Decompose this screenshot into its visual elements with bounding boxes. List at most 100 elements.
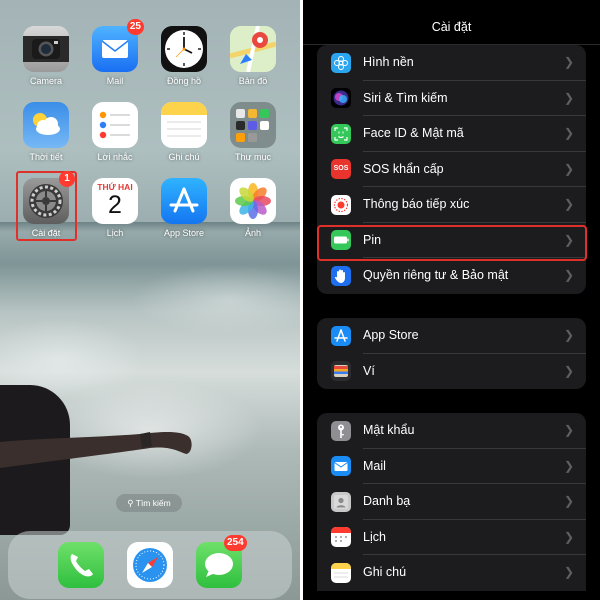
- reminders-icon: [92, 102, 138, 148]
- settings-row-notes[interactable]: Ghi chú ❯: [317, 555, 586, 591]
- clock-icon: [161, 26, 207, 72]
- chevron-right-icon: ❯: [563, 328, 574, 342]
- face-id-icon: [331, 123, 351, 144]
- chevron-right-icon: ❯: [563, 458, 574, 473]
- calendar-day-number: 2: [108, 191, 122, 219]
- search-label: Tìm kiếm: [135, 498, 171, 508]
- app-label: Thư mục: [234, 152, 272, 162]
- row-label: SOS khẩn cấp: [363, 161, 444, 176]
- wallet-icon: [331, 361, 351, 381]
- chevron-right-icon: ❯: [563, 90, 574, 105]
- sos-icon-text: SOS: [333, 165, 349, 172]
- row-label: Danh bạ: [363, 494, 411, 508]
- row-label: Hình nền: [363, 55, 414, 69]
- settings-row-face-id[interactable]: Face ID & Mật mã ❯: [317, 116, 586, 152]
- page-title: Cài đặt: [431, 20, 472, 34]
- messages-badge: 254: [224, 535, 247, 551]
- home-screen: Camera 25 Mail Đồng hồ Bản đồ Thời tiết …: [0, 0, 300, 600]
- settings-group-2: App Store ❯ Ví ❯: [317, 318, 586, 389]
- settings-row-exposure[interactable]: Thông báo tiếp xúc ❯: [317, 187, 586, 223]
- app-label: Đồng hồ: [166, 76, 202, 86]
- spotlight-search-pill[interactable]: ⚲ Tìm kiếm: [116, 494, 182, 512]
- arm-silhouette: [0, 432, 192, 468]
- settings-row-mail[interactable]: Mail ❯: [317, 449, 586, 484]
- settings-screen: Cài đặt Hình nền ❯ Siri & Tìm kiếm ❯ Fac…: [303, 0, 600, 600]
- settings-row-passwords[interactable]: Mật khẩu ❯: [317, 413, 586, 449]
- notes-icon: [331, 562, 351, 583]
- app-maps[interactable]: Bản đồ: [222, 26, 284, 86]
- exposure-notification-icon: [331, 194, 351, 215]
- app-weather[interactable]: Thời tiết: [15, 102, 77, 162]
- app-settings[interactable]: 1 Cài đặt: [15, 171, 77, 238]
- app-label: Lời nhắc: [97, 152, 133, 162]
- privacy-hand-icon: [331, 265, 351, 286]
- calendar-icon: THỨ HAI 2: [92, 178, 138, 224]
- row-label: Mail: [363, 458, 386, 473]
- search-icon: ⚲: [127, 498, 134, 508]
- notes-icon: [161, 102, 207, 148]
- app-label: Lịch: [106, 228, 124, 238]
- photos-icon: [230, 178, 276, 224]
- settings-row-contacts[interactable]: Danh bạ ❯: [317, 484, 586, 520]
- app-label: Mail: [106, 76, 124, 86]
- chevron-right-icon: ❯: [563, 197, 574, 211]
- chevron-right-icon: ❯: [563, 529, 574, 544]
- app-label: Bản đồ: [238, 76, 268, 86]
- settings-row-calendar[interactable]: Lịch ❯: [317, 520, 586, 555]
- settings-group-3: Mật khẩu ❯ Mail ❯ Danh bạ ❯ Lịch ❯ Ghi c…: [317, 413, 586, 591]
- row-label: Face ID & Mật mã: [363, 126, 464, 140]
- row-label: Quyền riêng tư & Bảo mật: [363, 268, 509, 282]
- app-clock[interactable]: Đồng hồ: [153, 26, 215, 86]
- battery-row-highlight: [317, 225, 587, 261]
- chevron-right-icon: ❯: [563, 363, 574, 378]
- sos-icon: SOS: [331, 159, 351, 179]
- wallpaper-icon: [331, 52, 351, 73]
- settings-row-wallet[interactable]: Ví ❯: [317, 354, 586, 390]
- phone-icon[interactable]: [58, 542, 104, 588]
- app-label: Cài đặt: [31, 228, 61, 238]
- settings-row-sos[interactable]: SOS SOS khẩn cấp ❯: [317, 152, 586, 187]
- chevron-right-icon: ❯: [563, 55, 574, 69]
- app-photos[interactable]: Ảnh: [222, 178, 284, 238]
- row-label: Lịch: [363, 529, 386, 544]
- chevron-right-icon: ❯: [563, 268, 574, 282]
- chevron-right-icon: ❯: [563, 565, 574, 579]
- app-label: Camera: [29, 76, 62, 86]
- app-label: App Store: [163, 228, 205, 238]
- key-icon: [331, 420, 351, 441]
- app-reminders[interactable]: Lời nhắc: [84, 102, 146, 162]
- app-notes[interactable]: Ghi chú: [153, 102, 215, 162]
- mail-badge: 25: [126, 19, 144, 35]
- row-label: App Store: [363, 328, 419, 342]
- weather-icon: [23, 102, 69, 148]
- app-folder[interactable]: Thư mục: [222, 102, 284, 162]
- app-mail[interactable]: 25 Mail: [84, 19, 146, 86]
- settings-row-app-store[interactable]: App Store ❯: [317, 318, 586, 354]
- chevron-right-icon: ❯: [563, 494, 574, 508]
- safari-icon[interactable]: [127, 542, 173, 588]
- app-camera[interactable]: Camera: [15, 26, 77, 86]
- contacts-icon: [331, 491, 351, 512]
- siri-icon: [331, 88, 351, 108]
- app-label: Thời tiết: [29, 152, 63, 162]
- app-store-icon: [161, 178, 207, 224]
- app-calendar[interactable]: THỨ HAI 2 Lịch: [84, 178, 146, 238]
- row-label: Ví: [363, 363, 375, 378]
- app-label: Ảnh: [244, 228, 261, 238]
- chevron-right-icon: ❯: [563, 423, 574, 437]
- camera-icon: [23, 26, 69, 72]
- folder-icon: [230, 102, 276, 148]
- settings-row-privacy[interactable]: Quyền riêng tư & Bảo mật ❯: [317, 258, 586, 294]
- maps-icon: [230, 26, 276, 72]
- chevron-right-icon: ❯: [563, 126, 574, 140]
- row-label: Mật khẩu: [363, 423, 415, 437]
- row-label: Siri & Tìm kiếm: [363, 90, 448, 105]
- settings-row-siri[interactable]: Siri & Tìm kiếm ❯: [317, 81, 586, 116]
- mail-icon: [331, 456, 351, 476]
- settings-row-wallpaper[interactable]: Hình nền ❯: [317, 45, 586, 81]
- settings-badge: 1: [59, 171, 75, 187]
- row-label: Ghi chú: [363, 565, 407, 579]
- dock: 254: [8, 531, 292, 599]
- app-app-store[interactable]: App Store: [153, 178, 215, 238]
- row-label: Thông báo tiếp xúc: [363, 197, 470, 211]
